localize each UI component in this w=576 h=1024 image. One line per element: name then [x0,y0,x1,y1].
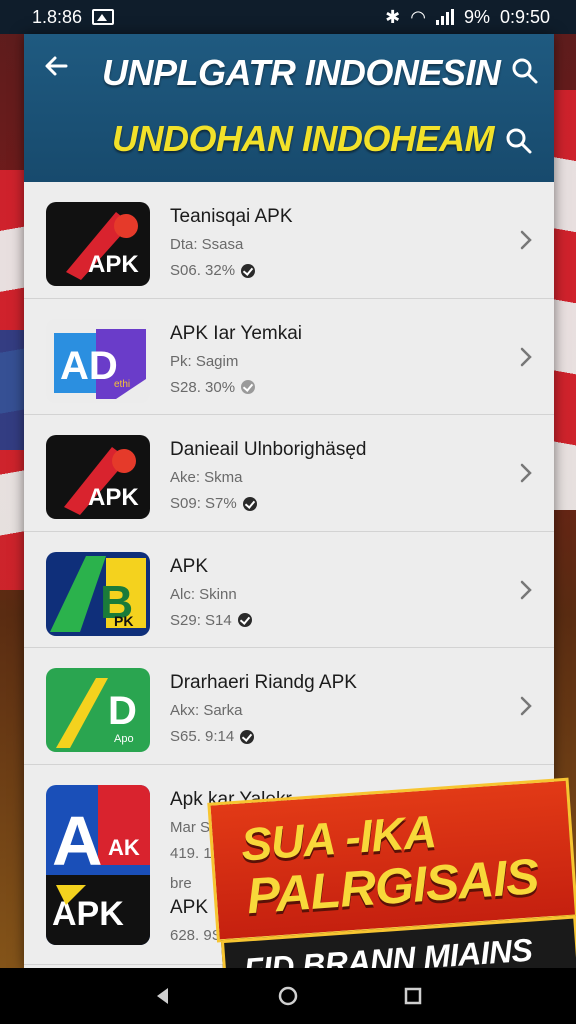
apk-red-app-icon-2: APK [46,435,150,519]
verified-check-icon [240,729,255,744]
app-name: Danieail Ulnborighäsęd [170,439,367,460]
verified-check-icon [242,496,257,511]
app-name: Drarhaeri Riandg APK [170,672,357,693]
verified-check-icon [237,613,252,627]
apk-red-app-icon: APK [46,202,150,286]
svg-text:D: D [108,689,137,733]
photo-notification-icon [92,9,115,25]
list-item[interactable]: B PK APK Alc: Skinn S29: S14 [24,531,554,648]
app-size: S09: S7% [170,495,237,512]
app-meta: Akx: Sarka [170,702,243,719]
app-meta: Alc: Skinn [170,585,237,603]
recents-nav-icon[interactable] [399,982,427,1010]
list-item[interactable]: APK Teanisqai APK Dta: Ssasa S06. 32% [24,182,554,299]
list-item[interactable]: AD ethi APK Iar Yemkai Pk: Sagim S28. 30% [24,298,554,415]
list-item[interactable]: APK Danieail Ulnborighäsęd Ake: Skma S09… [24,415,554,532]
app-extra-label: bre [170,874,192,892]
app-extra-size: 628. 9S [170,926,222,944]
app-size: S65. 9:14 [170,728,235,745]
back-nav-icon[interactable] [149,982,177,1010]
navigation-bar [0,968,576,1024]
chevron-right-icon [516,576,536,604]
chevron-right-icon [516,343,536,371]
app-name: Teanisqai APK [170,206,293,227]
app-name: APK Iar Yemkai [170,322,303,344]
app-size: S29: S14 [170,611,232,629]
chevron-right-icon [516,692,536,720]
svg-text:A: A [52,802,103,880]
wifi-icon: ◠ [410,6,426,27]
app-meta: Dta: Ssasa [170,236,244,253]
app-size: S06. 32% [170,262,236,279]
svg-text:AK: AK [108,835,140,860]
svg-text:Apo: Apo [114,733,134,745]
svg-text:APK: APK [88,251,139,278]
d-green-app-icon: D Apo [46,668,150,752]
verified-check-icon [241,263,256,278]
bluetooth-icon: ✱ [385,6,401,27]
svg-text:PK: PK [114,613,133,629]
ak-multi-app-icon: A AK APK [46,784,150,945]
app-name: APK [170,555,209,577]
page-subtitle: UNDOHAN INDOHEAM [112,118,495,159]
app-meta: Ake: Skma [170,469,243,486]
app-header: UNPLGATR INDONESIN UNDOHAN INDOHEAM [24,34,554,182]
ad-blue-app-icon: AD ethi [46,318,150,403]
verified-check-icon [241,380,256,394]
app-extra-name: APK [170,896,209,918]
svg-text:AD: AD [60,344,118,388]
status-bar: 1.8:86 ✱ ◠ 9% 0:9:50 [0,0,576,34]
battery-level: 9% [463,6,490,27]
chevron-right-icon [516,226,536,254]
app-size: S28. 30% [170,378,236,396]
status-time-right: 0:9:50 [499,6,550,27]
signal-icon [435,9,454,25]
app-meta: Pk: Sagim [170,352,239,370]
list-item[interactable]: D Apo Drarhaeri Riandg APK Akx: Sarka S65… [24,648,554,765]
back-arrow-icon[interactable] [42,52,74,84]
search-icon[interactable] [510,56,540,86]
ab-green-app-icon: B PK [46,551,150,636]
promo-top: SUA -IKA PALRGISAIS [207,777,576,943]
page-title: UNPLGATR INDONESIN [102,52,501,93]
svg-text:ethi: ethi [114,379,130,390]
search-icon-secondary[interactable] [504,126,534,156]
svg-text:APK: APK [52,895,124,933]
home-nav-icon[interactable] [274,982,302,1010]
status-time-left: 1.8:86 [32,6,83,27]
chevron-right-icon [516,459,536,487]
svg-text:APK: APK [88,484,139,511]
